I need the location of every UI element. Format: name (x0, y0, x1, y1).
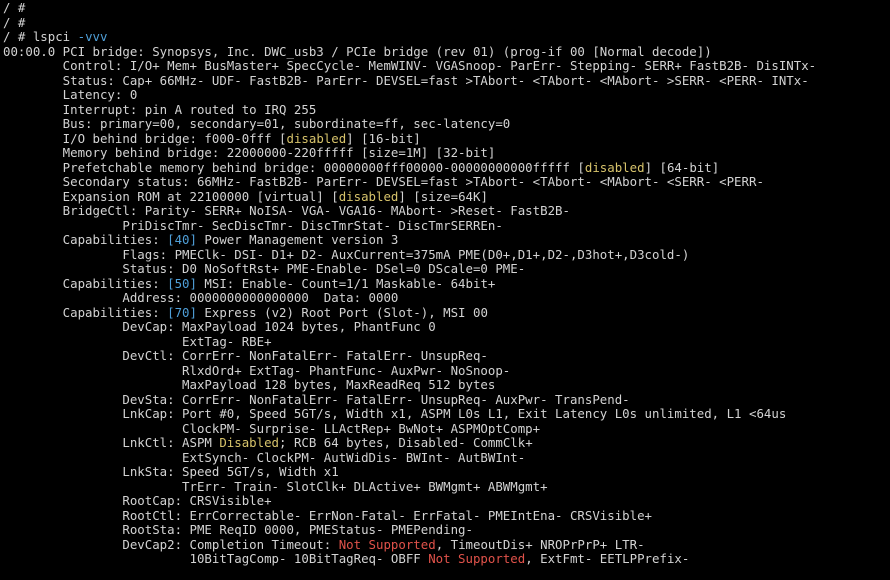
terminal-line: DevCtl: CorrErr- NonFatalErr- FatalErr- … (3, 349, 890, 364)
terminal-text: DevCap: MaxPayload 1024 bytes, PhantFunc… (3, 320, 436, 334)
terminal-text: MSI: Enable- Count=1/1 Maskable- 64bit+ (196, 276, 496, 291)
terminal-text: ] [64-bit] (644, 160, 720, 175)
terminal-text: Status: D0 NoSoftRst+ PME-Enable- DSel=0… (3, 262, 526, 276)
highlighted-text: disabled (338, 189, 399, 204)
highlighted-text: disabled (286, 131, 347, 146)
terminal-line: ExtSynch- ClockPM- AutWidDis- BWInt- Aut… (3, 451, 890, 466)
terminal-text: DevSta: CorrErr- NonFatalErr- FatalErr- … (3, 392, 630, 407)
terminal-text: TrErr- Train- SlotClk+ DLActive+ BWMgmt+… (3, 479, 548, 494)
terminal-text: Address: 0000000000000000 Data: 0000 (3, 291, 399, 305)
terminal-text: BridgeCtl: Parity- SERR+ NoISA- VGA- VGA… (3, 204, 570, 218)
terminal-line: 10BitTagComp- 10BitTagReq- OBFF Not Supp… (3, 552, 890, 567)
terminal-text: / # (3, 1, 26, 15)
terminal-text: 10BitTagComp- 10BitTagReq- OBFF (3, 552, 429, 566)
terminal-line: Memory behind bridge: 22000000-220fffff … (3, 146, 890, 161)
terminal-line: DevCap2: Completion Timeout: Not Support… (3, 538, 890, 553)
terminal-text: Latency: 0 (3, 88, 138, 102)
terminal-text: Power Management version 3 (196, 233, 399, 247)
highlighted-text: Disabled (219, 436, 280, 450)
terminal-text: , ExtFmt- EETLPPrefix- (525, 552, 690, 566)
terminal-line: Flags: PMEClk- DSI- D1+ D2- AuxCurrent=3… (3, 248, 890, 263)
terminal-text: ExtSynch- ClockPM- AutWidDis- BWInt- Aut… (3, 450, 526, 465)
terminal-text: DevCap2: Completion Timeout: (3, 537, 339, 552)
highlighted-text: [40] (167, 233, 197, 247)
terminal-text: Express (v2) Root Port (Slot-), MSI 00 (196, 305, 488, 320)
terminal-line: RootCap: CRSVisible+ (3, 494, 890, 509)
terminal-line: RlxdOrd+ ExtTag- PhantFunc- AuxPwr- NoSn… (3, 364, 890, 379)
highlighted-text: Not Supported (428, 552, 526, 566)
terminal-text: ] [size=64K] (398, 189, 488, 204)
terminal-text: , TimeoutDis+ NROPrPrP+ LTR- (435, 537, 645, 552)
highlighted-text: -vvv (77, 30, 108, 44)
terminal-line: Bus: primary=00, secondary=01, subordina… (3, 117, 890, 132)
terminal-text: LnkCtl: ASPM (3, 436, 220, 450)
terminal-line: 00:00.0 PCI bridge: Synopsys, Inc. DWC_u… (3, 45, 890, 60)
terminal-text: RlxdOrd+ ExtTag- PhantFunc- AuxPwr- NoSn… (3, 363, 511, 378)
terminal-line: DevCap: MaxPayload 1024 bytes, PhantFunc… (3, 320, 890, 335)
terminal-text: Capabilities: (3, 276, 168, 291)
terminal-line: ExtTag- RBE+ (3, 335, 890, 350)
terminal-line: Capabilities: [40] Power Management vers… (3, 233, 890, 248)
terminal-line: Status: D0 NoSoftRst+ PME-Enable- DSel=0… (3, 262, 890, 277)
terminal-line: Status: Cap+ 66MHz- UDF- FastB2B- ParErr… (3, 74, 890, 89)
terminal-line: Expansion ROM at 22100000 [virtual] [dis… (3, 190, 890, 205)
terminal-output: / # / # / # lspci -vvv 00:00.0 PCI bridge: … (3, 1, 890, 567)
terminal-text: Capabilities: (3, 305, 168, 320)
terminal-line: I/O behind bridge: f000-0fff [disabled] … (3, 132, 890, 147)
terminal-line: Prefetchable memory behind bridge: 00000… (3, 161, 890, 176)
highlighted-text: [70] (167, 305, 197, 320)
terminal-text: RootSta: PME ReqID 0000, PMEStatus- PMEP… (3, 523, 473, 537)
terminal-text: ; RCB 64 bytes, Disabled- CommClk+ (279, 436, 533, 450)
terminal-line: DevSta: CorrErr- NonFatalErr- FatalErr- … (3, 393, 890, 408)
terminal-line: Address: 0000000000000000 Data: 0000 (3, 291, 890, 306)
terminal-text: ] [16-bit] (346, 131, 421, 146)
terminal-line: LnkSta: Speed 5GT/s, Width x1 (3, 465, 890, 480)
terminal-text: Prefetchable memory behind bridge: 00000… (3, 160, 585, 175)
terminal-window[interactable]: / # / # / # lspci -vvv 00:00.0 PCI bridge: … (0, 0, 890, 580)
terminal-text: ClockPM- Surprise- LLActRep+ BwNot+ ASPM… (3, 421, 541, 436)
terminal-text: Interrupt: pin A routed to IRQ 255 (3, 102, 317, 117)
terminal-line: Secondary status: 66MHz- FastB2B- ParErr… (3, 175, 890, 190)
terminal-text: LnkSta: Speed 5GT/s, Width x1 (3, 465, 339, 479)
terminal-line: / # (3, 1, 890, 16)
terminal-text: Secondary status: 66MHz- FastB2B- ParErr… (3, 175, 764, 189)
terminal-text: I/O behind bridge: f000-0fff [ (3, 131, 287, 146)
terminal-text: ExtTag- RBE+ (3, 334, 272, 349)
terminal-line: Interrupt: pin A routed to IRQ 255 (3, 103, 890, 118)
terminal-text: Bus: primary=00, secondary=01, subordina… (3, 117, 511, 131)
terminal-text: Capabilities: (3, 233, 168, 247)
terminal-text: RootCap: CRSVisible+ (3, 494, 272, 508)
terminal-text: Flags: PMEClk- DSI- D1+ D2- AuxCurrent=3… (3, 247, 690, 262)
terminal-line: BridgeCtl: Parity- SERR+ NoISA- VGA- VGA… (3, 204, 890, 219)
terminal-text: RootCtl: ErrCorrectable- ErrNon-Fatal- E… (3, 508, 653, 523)
terminal-text: 00:00.0 PCI bridge: Synopsys, Inc. DWC_u… (3, 44, 712, 59)
terminal-line: TrErr- Train- SlotClk+ DLActive+ BWMgmt+… (3, 480, 890, 495)
highlighted-text: Not Supported (338, 537, 436, 552)
terminal-text: PriDiscTmr- SecDiscTmr- DiscTmrStat- Dis… (3, 218, 503, 233)
terminal-line: Latency: 0 (3, 88, 890, 103)
terminal-line: / # lspci -vvv (3, 30, 890, 45)
terminal-text: MaxPayload 128 bytes, MaxReadReq 512 byt… (3, 378, 496, 392)
terminal-text: Memory behind bridge: 22000000-220fffff … (3, 146, 496, 160)
highlighted-text: [50] (167, 276, 197, 291)
terminal-text: Expansion ROM at 22100000 [virtual] [ (3, 189, 339, 204)
terminal-line: Capabilities: [50] MSI: Enable- Count=1/… (3, 277, 890, 292)
terminal-line: PriDiscTmr- SecDiscTmr- DiscTmrStat- Dis… (3, 219, 890, 234)
terminal-text: Control: I/O+ Mem+ BusMaster+ SpecCycle-… (3, 59, 817, 73)
terminal-text: DevCtl: CorrErr- NonFatalErr- FatalErr- … (3, 349, 488, 363)
terminal-text: LnkCap: Port #0, Speed 5GT/s, Width x1, … (3, 407, 787, 421)
terminal-text: / # (3, 15, 26, 30)
terminal-line: MaxPayload 128 bytes, MaxReadReq 512 byt… (3, 378, 890, 393)
terminal-line: Capabilities: [70] Express (v2) Root Por… (3, 306, 890, 321)
highlighted-text: disabled (584, 160, 645, 175)
terminal-line: LnkCtl: ASPM Disabled; RCB 64 bytes, Dis… (3, 436, 890, 451)
terminal-line: RootSta: PME ReqID 0000, PMEStatus- PMEP… (3, 523, 890, 538)
terminal-text: / # lspci (3, 30, 78, 44)
terminal-line: Control: I/O+ Mem+ BusMaster+ SpecCycle-… (3, 59, 890, 74)
terminal-line: RootCtl: ErrCorrectable- ErrNon-Fatal- E… (3, 509, 890, 524)
terminal-line: ClockPM- Surprise- LLActRep+ BwNot+ ASPM… (3, 422, 890, 437)
terminal-line: / # (3, 16, 890, 31)
terminal-text: Status: Cap+ 66MHz- UDF- FastB2B- ParErr… (3, 73, 809, 88)
terminal-line: LnkCap: Port #0, Speed 5GT/s, Width x1, … (3, 407, 890, 422)
